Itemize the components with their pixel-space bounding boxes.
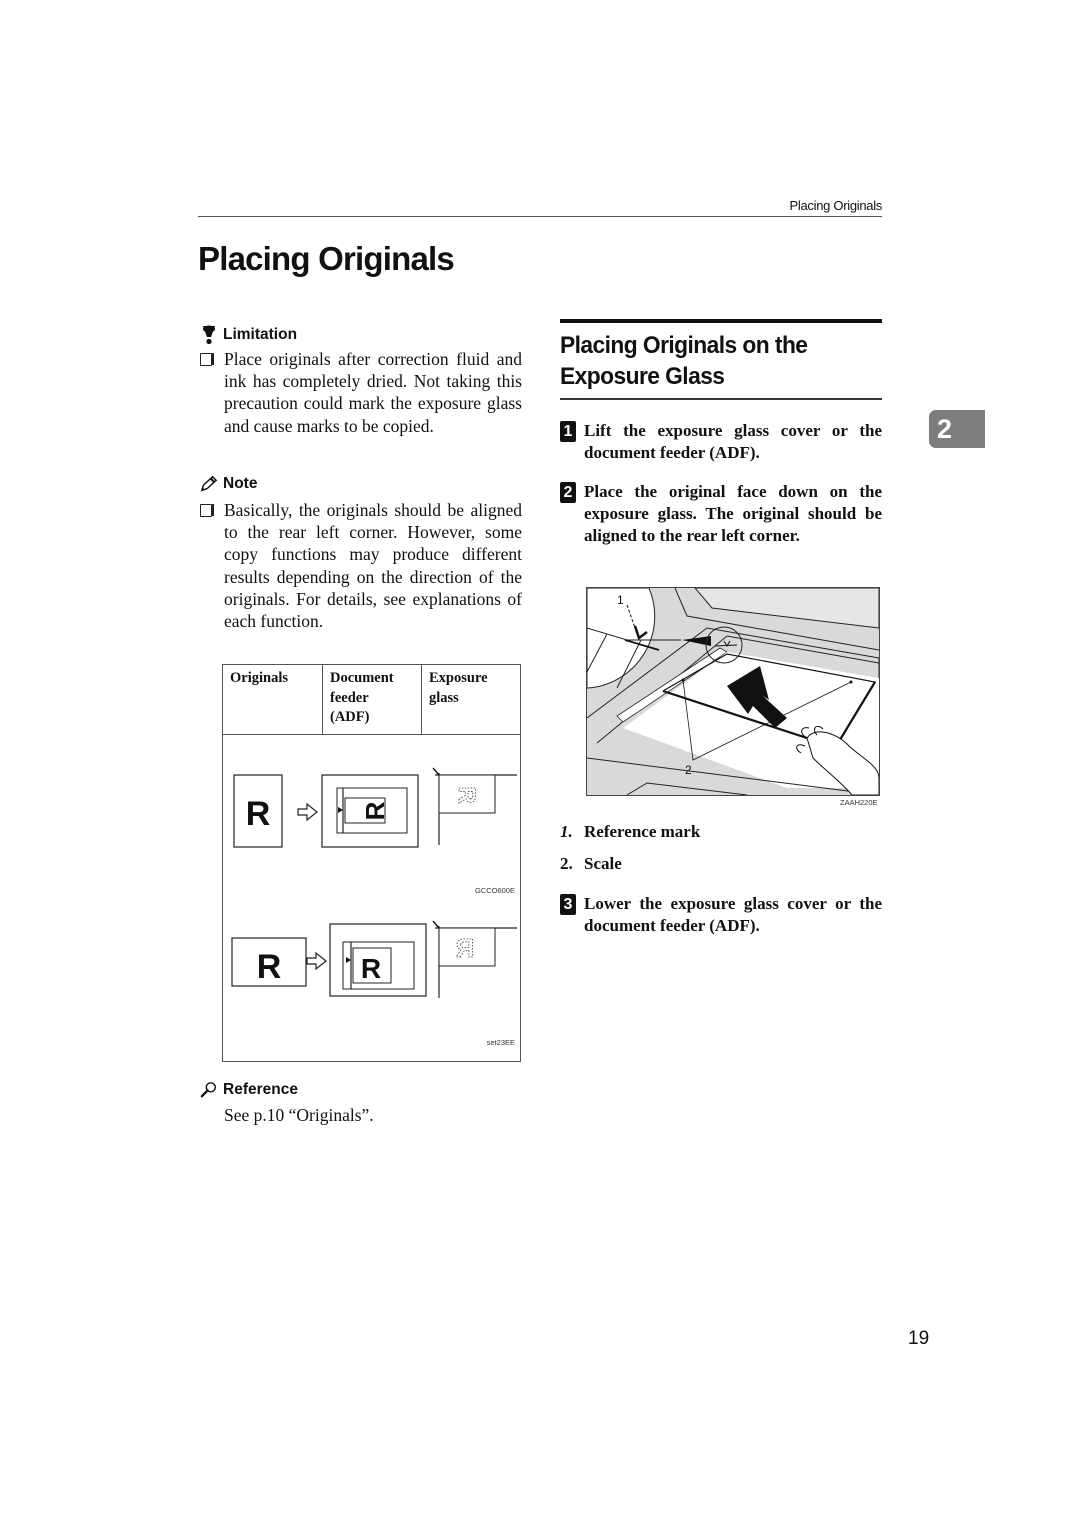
arrow-right-icon bbox=[297, 802, 318, 822]
portrait-original-sheet: R bbox=[233, 774, 283, 848]
legend-item: 2. Scale bbox=[560, 854, 622, 874]
callout-2-label: 2 bbox=[685, 763, 692, 777]
step-2: 2 Place the original face down on the ex… bbox=[560, 481, 882, 548]
orientation-table: Originals Document feeder (ADF) Exposure… bbox=[222, 664, 521, 1062]
note-heading: Note bbox=[200, 474, 257, 494]
magnifier-icon bbox=[200, 1082, 217, 1098]
legend-item: 1. Reference mark bbox=[560, 822, 700, 842]
adf-portrait: R bbox=[321, 774, 419, 848]
header-line: Document bbox=[330, 670, 394, 686]
section-bottom-rule bbox=[560, 398, 882, 400]
figure-code: GCCO600E bbox=[474, 886, 515, 895]
running-header: Placing Originals bbox=[198, 196, 882, 217]
step-number-badge: 2 bbox=[560, 482, 576, 503]
step-text: Lift the exposure glass cover or the doc… bbox=[584, 421, 882, 463]
landscape-original-sheet: R bbox=[231, 937, 307, 987]
section-title-line: Placing Originals on the bbox=[560, 332, 808, 359]
step-number-badge: 3 bbox=[560, 894, 576, 915]
chapter-tab[interactable]: 2 bbox=[929, 410, 985, 448]
limitation-text: Place originals after correction fluid a… bbox=[224, 349, 522, 436]
note-item: Basically, the originals should be align… bbox=[200, 499, 522, 632]
step-3: 3 Lower the exposure glass cover or the … bbox=[560, 893, 882, 937]
step-1: 1 Lift the exposure glass cover or the d… bbox=[560, 420, 882, 464]
section-title-line: Exposure Glass bbox=[560, 363, 725, 390]
page-title: Placing Originals bbox=[198, 240, 455, 277]
note-heading-text: Note bbox=[223, 475, 258, 492]
svg-text:R: R bbox=[360, 801, 390, 820]
original-letter: R bbox=[257, 948, 282, 986]
svg-text:R: R bbox=[455, 933, 474, 963]
section-title: Placing Originals on the Exposure Glass bbox=[560, 330, 808, 392]
glass-landscape: R bbox=[432, 920, 517, 998]
landscape-orientation-figure: R R R bbox=[231, 920, 517, 998]
running-header-title: Placing Originals bbox=[789, 198, 883, 213]
callout-1-label: 1 bbox=[617, 593, 624, 607]
limitation-item: Place originals after correction fluid a… bbox=[200, 348, 522, 437]
glass-portrait: R bbox=[432, 767, 517, 845]
step-text: Place the original face down on the expo… bbox=[584, 482, 882, 546]
legend-label: Scale bbox=[584, 854, 622, 873]
page-number: 19 bbox=[908, 1328, 930, 1349]
portrait-orientation-figure: R R R bbox=[233, 767, 517, 848]
header-line: glass bbox=[429, 689, 459, 706]
pencil-icon bbox=[200, 475, 218, 492]
header-originals: Originals bbox=[223, 665, 323, 734]
header-exposure-glass: Exposure glass bbox=[422, 665, 520, 734]
limitation-icon bbox=[203, 325, 215, 345]
note-text: Basically, the originals should be align… bbox=[224, 500, 522, 632]
figure-code: ZAAH220E bbox=[840, 798, 878, 807]
figure-code: set23EE bbox=[486, 1038, 515, 1047]
section-top-rule bbox=[560, 319, 882, 323]
legend-number: 2. bbox=[560, 854, 573, 873]
reference-link[interactable]: See p.10 “Originals”. bbox=[224, 1105, 374, 1126]
legend-number: 1. bbox=[560, 822, 573, 841]
checkbox-bullet-icon bbox=[200, 504, 214, 517]
limitation-heading: Limitation bbox=[200, 325, 297, 345]
exposure-glass-illustration: 1 2 bbox=[586, 587, 880, 796]
svg-text:R: R bbox=[453, 786, 480, 803]
adf-landscape: R bbox=[329, 923, 427, 997]
header-line: feeder bbox=[330, 689, 369, 706]
original-letter: R bbox=[246, 795, 271, 833]
reference-heading: Reference bbox=[200, 1080, 298, 1100]
header-document-feeder: Document feeder (ADF) bbox=[323, 665, 422, 734]
checkbox-bullet-icon bbox=[200, 353, 214, 366]
header-line: Originals bbox=[230, 670, 289, 686]
legend-label: Reference mark bbox=[584, 822, 701, 841]
table-header-row: Originals Document feeder (ADF) Exposure… bbox=[223, 665, 520, 735]
svg-text:R: R bbox=[361, 953, 381, 984]
header-line: Exposure bbox=[429, 670, 488, 686]
limitation-heading-text: Limitation bbox=[223, 326, 298, 343]
step-text: Lower the exposure glass cover or the do… bbox=[584, 894, 882, 936]
reference-heading-text: Reference bbox=[223, 1081, 298, 1098]
arrow-right-icon bbox=[306, 951, 327, 971]
header-line: (ADF) bbox=[330, 709, 370, 725]
step-number-badge: 1 bbox=[560, 421, 576, 442]
